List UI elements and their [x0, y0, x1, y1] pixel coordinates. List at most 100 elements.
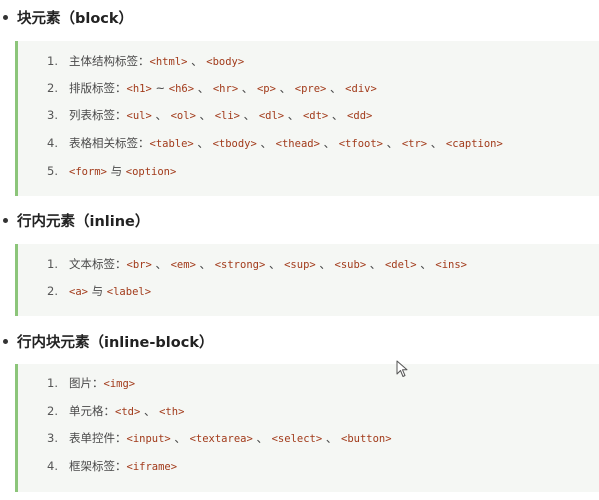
- html-tag-code: <textarea>: [189, 433, 253, 445]
- list-item: 1. 文本标签：<br> 、 <em> 、 <strong> 、 <sup> 、…: [47, 254, 467, 274]
- list-text-run: 框架标签：: [69, 459, 127, 473]
- list-item: 3. 表单控件：<input> 、 <textarea> 、 <select> …: [47, 428, 392, 448]
- list-text: 单元格：<td> 、 <th>: [69, 403, 184, 419]
- list-text: 主体结构标签：<html> 、 <body>: [69, 53, 244, 69]
- list-text-run: 、: [140, 404, 160, 418]
- list-text-run: 排版标签：: [69, 81, 127, 95]
- list-item: 2. <a> 与 <label>: [47, 281, 151, 301]
- html-tag-code: <html>: [149, 56, 188, 68]
- list-text: 列表标签：<ul> 、 <ol> 、 <li> 、 <dl> 、 <dt> 、 …: [69, 107, 372, 123]
- html-tag-code: <a>: [69, 286, 88, 298]
- bullet-icon: [3, 338, 8, 344]
- html-tag-code: <hr>: [212, 83, 239, 95]
- list-number: 2.: [47, 404, 58, 418]
- list-text: 表单控件：<input> 、 <textarea> 、 <select> 、 <…: [69, 430, 392, 446]
- list-item: 2. 单元格：<td> 、 <th>: [47, 401, 184, 421]
- html-tag-code: <caption>: [445, 138, 503, 150]
- blockquote: 1. 主体结构标签：<html> 、 <body> 2. 排版标签：<h1> ~…: [15, 41, 599, 196]
- list-text-run: 、: [326, 81, 346, 95]
- list-number: 1.: [47, 257, 58, 271]
- html-tag-code: <button>: [341, 433, 392, 445]
- list-text-run: ~: [151, 81, 169, 95]
- html-tag-code: <option>: [125, 166, 177, 178]
- list-text-run: 与: [87, 284, 107, 298]
- html-tag-code: <iframe>: [126, 461, 178, 473]
- list-text-run: 、: [383, 136, 402, 150]
- list-text-run: 、: [427, 136, 446, 150]
- html-tag-code: <table>: [149, 138, 194, 150]
- html-tag-code: <dd>: [347, 110, 373, 122]
- list-text-run: 、: [319, 136, 339, 150]
- list-text-run: 与: [106, 164, 126, 178]
- section-title: 行内块元素（inline-block）: [17, 334, 214, 351]
- list-text-run: 图片：: [69, 376, 104, 390]
- html-tag-code: <dl>: [258, 110, 285, 122]
- list-number: 2.: [47, 284, 58, 298]
- html-tag-code: <p>: [256, 83, 276, 95]
- list-item: 4. 框架标签：<iframe>: [47, 456, 177, 476]
- blockquote: 1. 图片：<img> 2. 单元格：<td> 、 <th> 3. 表单控件：<…: [15, 364, 599, 492]
- html-tag-code: <thead>: [275, 138, 320, 150]
- html-tag-code: <em>: [170, 259, 196, 271]
- list-text-run: 主体结构标签：: [69, 54, 150, 68]
- html-tag-code: <tr>: [401, 138, 428, 150]
- html-tag-code: <form>: [69, 166, 107, 178]
- list-text-run: 、: [416, 257, 436, 271]
- html-tag-code: <strong>: [214, 259, 266, 271]
- list-text: <a> 与 <label>: [69, 283, 151, 299]
- list-text-run: 、: [265, 257, 285, 271]
- html-tag-code: <pre>: [294, 83, 327, 95]
- list-text: <form> 与 <option>: [69, 163, 176, 179]
- list-text-run: 、: [238, 81, 257, 95]
- list-text-run: 、: [151, 257, 171, 271]
- html-tag-code: <h6>: [168, 83, 195, 95]
- html-tag-code: <body>: [206, 56, 245, 68]
- list-text-run: 表格相关标签：: [69, 136, 150, 150]
- list-text-run: 、: [195, 108, 215, 122]
- list-text-run: 、: [275, 81, 295, 95]
- section-title: 行内元素（inline）: [17, 213, 150, 230]
- html-tag-code: <br>: [126, 259, 152, 271]
- list-text-run: 、: [315, 257, 335, 271]
- html-tag-code: <td>: [115, 406, 141, 418]
- list-number: 3.: [47, 431, 58, 445]
- section-heading: 块元素（block）: [0, 6, 133, 28]
- section-title: 块元素（block）: [17, 10, 134, 27]
- html-tag-code: <img>: [103, 378, 136, 390]
- html-tag-code: <h1>: [126, 83, 152, 95]
- list-text-run: 、: [256, 136, 276, 150]
- list-number: 1.: [47, 54, 58, 68]
- html-tag-code: <sub>: [334, 259, 367, 271]
- list-text-run: 、: [252, 431, 272, 445]
- html-tag-code: <ul>: [126, 110, 152, 122]
- list-text-run: 、: [151, 108, 171, 122]
- html-tag-code: <label>: [106, 286, 152, 298]
- list-item: 3. 列表标签：<ul> 、 <ol> 、 <li> 、 <dl> 、 <dt>…: [47, 105, 372, 125]
- html-tag-code: <dt>: [302, 110, 329, 122]
- list-text-run: 、: [194, 81, 213, 95]
- list-number: 1.: [47, 376, 58, 390]
- list-item: 1. 图片：<img>: [47, 373, 135, 393]
- list-text-run: 、: [170, 431, 190, 445]
- list-text: 文本标签：<br> 、 <em> 、 <strong> 、 <sup> 、 <s…: [69, 256, 467, 272]
- list-text: 排版标签：<h1> ~ <h6> 、 <hr> 、 <p> 、 <pre> 、 …: [69, 80, 377, 96]
- list-text-run: 表单控件：: [69, 431, 127, 445]
- list-text-run: 单元格：: [69, 404, 115, 418]
- html-tag-code: <del>: [384, 259, 417, 271]
- html-tag-code: <tfoot>: [338, 138, 383, 150]
- list-text-run: 、: [193, 136, 213, 150]
- list-text: 框架标签：<iframe>: [69, 458, 177, 474]
- list-text-run: 、: [328, 108, 348, 122]
- section-heading: 行内块元素（inline-block）: [0, 330, 213, 352]
- html-tag-code: <ol>: [170, 110, 196, 122]
- list-text-run: 、: [366, 257, 385, 271]
- list-text-run: 、: [322, 431, 341, 445]
- list-number: 2.: [47, 81, 58, 95]
- list-item: 2. 排版标签：<h1> ~ <h6> 、 <hr> 、 <p> 、 <pre>…: [47, 78, 377, 98]
- list-number: 5.: [47, 164, 58, 178]
- html-tag-code: <th>: [159, 406, 185, 418]
- list-number: 4.: [47, 136, 58, 150]
- list-text-run: 、: [240, 108, 259, 122]
- list-item: 4. 表格相关标签：<table> 、 <tbody> 、 <thead> 、 …: [47, 133, 503, 153]
- list-text: 图片：<img>: [69, 375, 135, 391]
